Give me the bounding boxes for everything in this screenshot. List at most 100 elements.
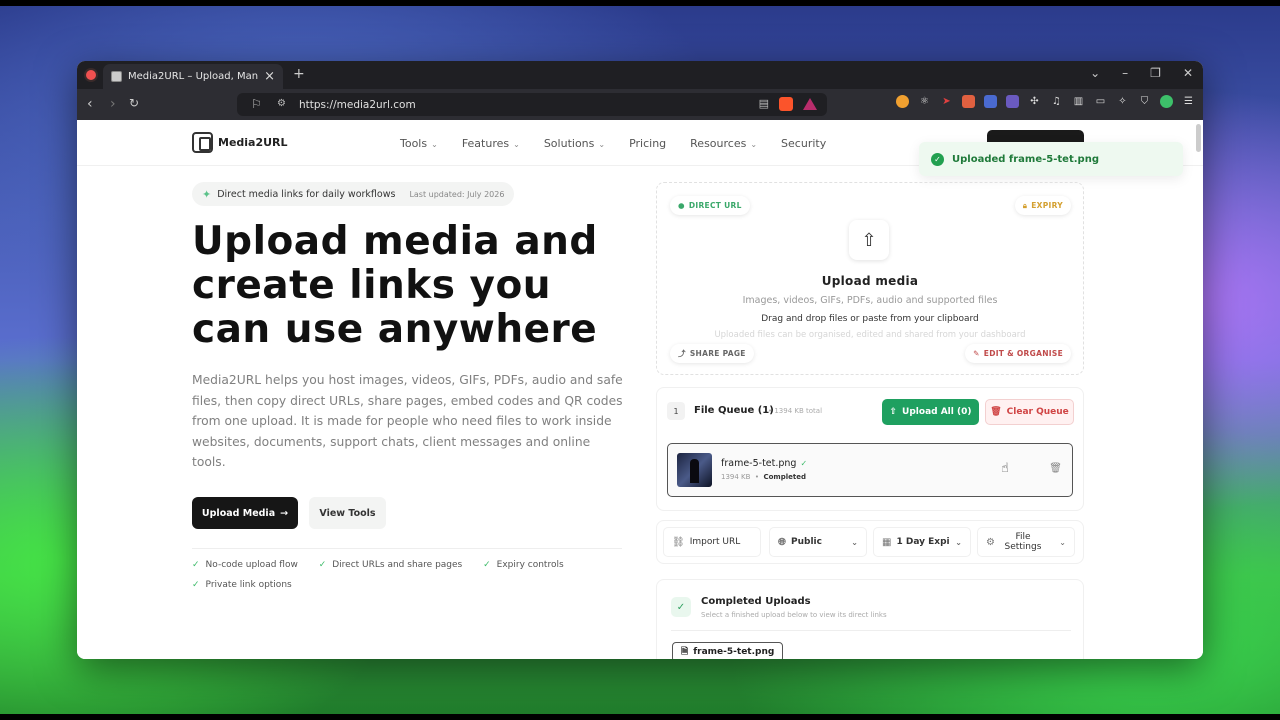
tag-icon: ✎ xyxy=(973,349,980,358)
vpn-icon[interactable]: ⛉ xyxy=(1138,95,1151,108)
sidebar-icon[interactable]: ▥ xyxy=(1072,95,1085,108)
chip-share-page: ⤴ SHARE PAGE xyxy=(670,344,754,363)
completed-file-chip[interactable]: 🗎 frame-5-tet.png xyxy=(672,642,784,659)
brave-rewards-icon[interactable] xyxy=(803,98,817,110)
upload-options-bar: ⛓ Import URL 🌐︎ Public ⌄ ▦ 1 Day Expi ⌄ ⚙ File… xyxy=(656,520,1084,564)
extension-5-icon[interactable] xyxy=(984,95,997,108)
queue-file-name: frame-5-tet.png ✓ xyxy=(721,458,808,469)
tab-media2url[interactable]: Media2URL – Upload, Manage a × xyxy=(103,64,283,89)
brave-shields-icon[interactable] xyxy=(779,97,793,111)
chip-direct-url: ● DIRECT URL xyxy=(670,196,750,215)
queue-item[interactable]: frame-5-tet.png ✓ 1394 KB • Completed ☝ 🗑… xyxy=(667,443,1073,497)
expiry-select[interactable]: ▦ 1 Day Expi ⌄ xyxy=(873,527,971,557)
sparkle-icon: ✦ xyxy=(202,187,212,201)
back-icon[interactable]: ‹ xyxy=(87,96,93,112)
queue-total: • 1394 KB total xyxy=(768,407,823,415)
chevron-down-icon: ⌄ xyxy=(851,537,858,547)
minimize-icon[interactable]: – xyxy=(1122,66,1128,80)
bookmark-icon[interactable]: ⚐ xyxy=(251,97,262,111)
hero-title: Upload media and create links you can us… xyxy=(192,219,598,352)
view-tools-button[interactable]: View Tools xyxy=(309,497,386,529)
check-icon: ✓ xyxy=(192,560,200,570)
toast-text: Uploaded frame-5-tet.png xyxy=(952,153,1099,165)
file-thumbnail xyxy=(677,453,712,487)
badge-text: Direct media links for daily workflows xyxy=(217,188,396,200)
dropzone-faint-text: Uploaded files can be organised, edited … xyxy=(714,330,1026,340)
wallet-icon[interactable]: ▭ xyxy=(1094,95,1107,108)
arrow-right-icon: → xyxy=(280,507,289,519)
completed-uploads-card: ✓ Completed Uploads Select a finished up… xyxy=(656,579,1084,659)
file-queue-card: 1 File Queue (1) • 1394 KB total ⇧ Uploa… xyxy=(656,387,1084,511)
menu-item-solutions[interactable]: Solutions ⌄ xyxy=(544,137,605,150)
window-controls: ⌄ – ❐ ✕ xyxy=(1090,66,1193,80)
dot-icon: ● xyxy=(678,201,685,210)
lock-icon: 🔒︎ xyxy=(1022,200,1028,210)
hero-description: Media2URL helps you host images, videos,… xyxy=(192,373,623,469)
extension-6-icon[interactable] xyxy=(1006,95,1019,108)
close-window-icon[interactable]: ✕ xyxy=(1183,66,1193,80)
menu-item-tools[interactable]: Tools ⌄ xyxy=(400,137,438,150)
chevron-down-icon: ⌄ xyxy=(750,140,758,149)
browser-toolbar: ‹ › ↻ ⚐ ⚙ https://media2url.com ▤ ⚛ ➤ ✣ … xyxy=(77,89,1203,120)
letterbox-bottom xyxy=(0,714,1280,720)
upload-dropzone[interactable]: ● DIRECT URL 🔒︎ EXPIRY ⇧ Upload media Imag… xyxy=(656,182,1084,375)
chevron-down-icon: ⌄ xyxy=(431,140,438,149)
menu-icon[interactable]: ☰ xyxy=(1182,95,1195,108)
tab-bar: Media2URL – Upload, Manage a × + ⌄ – ❐ ✕ xyxy=(77,61,1203,89)
check-icon: ✓ xyxy=(318,560,327,570)
feature-item: ✓ Expiry controls xyxy=(483,560,564,570)
extension-1-icon[interactable] xyxy=(896,95,909,108)
chip-edit-organise: ✎ EDIT & ORGANISE xyxy=(965,344,1071,363)
forward-icon[interactable]: › xyxy=(110,96,116,112)
menu-item-security[interactable]: Security xyxy=(781,137,826,150)
dropzone-title: Upload media xyxy=(821,274,919,288)
cursor-extension-icon[interactable]: ➤ xyxy=(940,95,953,108)
ai-icon[interactable]: ✧ xyxy=(1116,95,1129,108)
extensions-row: ⚛ ➤ ✣ ♫ ▥ ▭ ✧ ⛉ ☰ xyxy=(896,95,1195,108)
extensions-puzzle-icon[interactable]: ✣ xyxy=(1028,95,1041,108)
feature-item: ✓ No-code upload flow xyxy=(192,560,298,570)
upload-media-button[interactable]: Upload Media → xyxy=(192,497,298,529)
maximize-icon[interactable]: ❐ xyxy=(1150,66,1161,80)
site-settings-icon[interactable]: ⚙ xyxy=(277,98,286,109)
chevron-down-icon: ⌄ xyxy=(955,537,962,547)
queue-count-badge: 1 xyxy=(667,402,685,420)
upload-all-button[interactable]: ⇧ Upload All (0) xyxy=(882,399,979,425)
chip-expiry: 🔒︎ EXPIRY xyxy=(1014,196,1071,215)
globe-icon: 🌐︎ xyxy=(778,536,786,548)
site-logo[interactable]: Media2URL xyxy=(192,132,288,153)
delete-file-icon[interactable]: 🗑︎ xyxy=(1049,463,1062,474)
feature-item: ✓ Direct URLs and share pages xyxy=(318,560,463,570)
file-settings-button[interactable]: ⚙ File Settings ⌄ xyxy=(977,527,1075,557)
react-devtools-icon[interactable]: ⚛ xyxy=(918,95,931,108)
reload-icon[interactable]: ↻ xyxy=(129,96,139,110)
reader-mode-icon[interactable]: ▤ xyxy=(759,97,769,110)
clear-queue-button[interactable]: 🗑︎ Clear Queue xyxy=(985,399,1074,425)
menu-item-features[interactable]: Features ⌄ xyxy=(462,137,520,150)
tab-list-chevron-icon[interactable]: ⌄ xyxy=(1090,66,1100,80)
letterbox-top xyxy=(0,0,1280,6)
menu-item-pricing[interactable]: Pricing xyxy=(629,137,666,150)
trash-icon: 🗑︎ xyxy=(990,407,1002,417)
profile-avatar-icon[interactable] xyxy=(1160,95,1173,108)
chevron-down-icon: ⌄ xyxy=(513,140,520,149)
record-indicator-icon[interactable] xyxy=(86,70,96,80)
completed-subtitle: Select a finished upload below to view i… xyxy=(701,611,887,619)
visibility-select[interactable]: 🌐︎ Public ⌄ xyxy=(769,527,867,557)
url-text: https://media2url.com xyxy=(299,98,416,111)
chevron-down-icon: ⌄ xyxy=(598,140,606,149)
menu-item-resources[interactable]: Resources ⌄ xyxy=(690,137,757,150)
address-bar[interactable]: ⚐ ⚙ https://media2url.com ▤ xyxy=(237,93,827,116)
upload-media-label: Upload Media xyxy=(201,507,276,519)
calendar-icon: ▦ xyxy=(882,536,892,548)
share-icon: ⤴ xyxy=(678,349,686,358)
dropzone-drag-text: Drag and drop files or paste from your c… xyxy=(761,314,979,324)
extension-4-icon[interactable] xyxy=(962,95,975,108)
close-tab-icon[interactable]: × xyxy=(264,69,275,84)
upload-icon[interactable]: ⇧ xyxy=(849,220,889,260)
new-tab-button[interactable]: + xyxy=(293,66,305,82)
feature-item: ✓ Private link options xyxy=(192,580,292,590)
music-icon[interactable]: ♫ xyxy=(1050,95,1063,108)
import-url-button[interactable]: ⛓ Import URL xyxy=(663,527,761,557)
favicon-icon xyxy=(111,71,122,82)
